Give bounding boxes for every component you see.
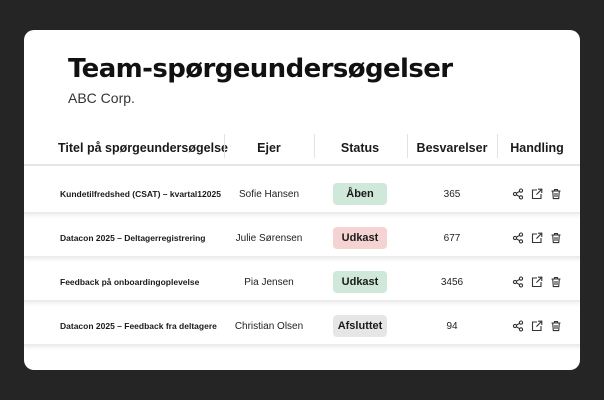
survey-owner: Pia Jensen [244, 276, 294, 288]
response-count: 365 [443, 188, 461, 200]
row-actions [497, 306, 577, 346]
export-icon[interactable] [531, 188, 543, 200]
row-actions [497, 218, 577, 258]
row-actions [497, 262, 577, 302]
trash-icon[interactable] [550, 188, 562, 200]
status-badge: Udkast [333, 227, 387, 249]
export-icon[interactable] [531, 232, 543, 244]
column-header-responses[interactable]: Besvarelser [407, 130, 497, 166]
survey-title[interactable]: Datacon 2025 – Deltagerregistrering [60, 218, 230, 258]
status-badge: Udkast [333, 271, 387, 293]
table-row[interactable]: Datacon 2025 – Deltagerregistrering Juli… [24, 218, 580, 258]
trash-icon[interactable] [550, 276, 562, 288]
survey-title[interactable]: Datacon 2025 – Feedback fra deltagere [60, 306, 230, 346]
trash-icon[interactable] [550, 232, 562, 244]
response-count: 3456 [440, 276, 464, 288]
trash-icon[interactable] [550, 320, 562, 332]
share-icon[interactable] [512, 320, 524, 332]
export-icon[interactable] [531, 276, 543, 288]
survey-owner: Julie Sørensen [235, 232, 303, 244]
survey-title[interactable]: Kundetilfredshed (CSAT) – kvartal12025 [60, 174, 230, 214]
column-header-actions: Handling [510, 141, 564, 155]
table-row[interactable]: Kundetilfredshed (CSAT) – kvartal12025 S… [24, 174, 580, 214]
survey-card: Team-spørgeundersøgelser ABC Corp. Titel… [24, 30, 580, 370]
share-icon[interactable] [512, 276, 524, 288]
table-header: Titel på spørgeundersøgelse Ejer Status … [24, 130, 580, 166]
survey-title[interactable]: Feedback på onboardingoplevelse [60, 262, 230, 302]
column-header-owner[interactable]: Ejer [224, 130, 314, 166]
column-header-title[interactable]: Titel på spørgeundersøgelse [48, 130, 238, 166]
row-actions [497, 174, 577, 214]
survey-owner: Sofie Hansen [238, 188, 300, 200]
page-title: Team-spørgeundersøgelser [68, 54, 453, 84]
company-name: ABC Corp. [68, 90, 135, 106]
table-row[interactable]: Feedback på onboardingoplevelse Pia Jens… [24, 262, 580, 302]
column-header-status[interactable]: Status [314, 130, 406, 166]
share-icon[interactable] [512, 232, 524, 244]
status-badge: Åben [333, 183, 387, 205]
response-count: 677 [443, 232, 461, 244]
status-badge: Afsluttet [333, 315, 387, 337]
table-row[interactable]: Datacon 2025 – Feedback fra deltagere Ch… [24, 306, 580, 346]
export-icon[interactable] [531, 320, 543, 332]
survey-owner: Christian Olsen [234, 320, 304, 332]
share-icon[interactable] [512, 188, 524, 200]
response-count: 94 [446, 320, 458, 332]
